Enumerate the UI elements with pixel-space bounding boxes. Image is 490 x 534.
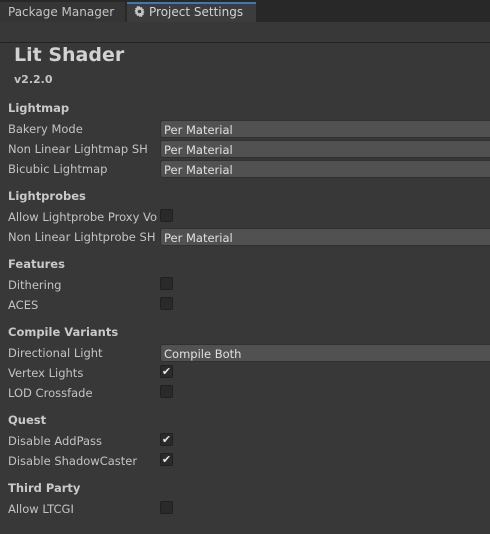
row-allow-ltcgi: Allow LTCGI bbox=[0, 500, 490, 518]
allow-ltcgi-checkbox[interactable] bbox=[160, 501, 173, 514]
section-lightprobes: Lightprobes bbox=[8, 189, 86, 203]
section-compile-variants: Compile Variants bbox=[8, 325, 119, 339]
aces-checkbox[interactable] bbox=[160, 297, 173, 310]
section-quest: Quest bbox=[8, 413, 47, 427]
row-disable-shadowcaster: Disable ShadowCaster ✔ bbox=[0, 452, 490, 470]
non-linear-lightprobe-sh-label: Non Linear Lightprobe SH bbox=[8, 230, 156, 244]
allow-lightprobe-proxy-vol-label: Allow Lightprobe Proxy Vol bbox=[8, 210, 158, 224]
aces-label: ACES bbox=[8, 298, 39, 312]
row-disable-addpass: Disable AddPass ✔ bbox=[0, 432, 490, 450]
non-linear-lightprobe-sh-dropdown[interactable]: Per Material bbox=[160, 228, 490, 246]
row-allow-lightprobe-proxy-vol: Allow Lightprobe Proxy Vol bbox=[0, 208, 490, 226]
disable-shadowcaster-checkbox[interactable]: ✔ bbox=[160, 453, 173, 466]
disable-addpass-checkbox[interactable]: ✔ bbox=[160, 433, 173, 446]
project-settings-window: Package Manager Project Settings Lit Sha… bbox=[0, 0, 490, 534]
gear-icon bbox=[133, 5, 145, 19]
tab-package-manager[interactable]: Package Manager bbox=[0, 2, 125, 22]
row-bicubic-lightmap: Bicubic Lightmap Per Material bbox=[0, 160, 490, 178]
bakery-mode-dropdown[interactable]: Per Material bbox=[160, 120, 490, 138]
tab-package-manager-label: Package Manager bbox=[8, 5, 115, 19]
allow-lightprobe-proxy-vol-checkbox[interactable] bbox=[160, 209, 173, 222]
section-third-party: Third Party bbox=[8, 481, 81, 495]
version-label: v2.2.0 bbox=[14, 73, 53, 86]
dithering-label: Dithering bbox=[8, 278, 62, 292]
tab-project-settings[interactable]: Project Settings bbox=[127, 2, 256, 22]
allow-ltcgi-label: Allow LTCGI bbox=[8, 502, 74, 516]
row-aces: ACES bbox=[0, 296, 490, 314]
section-lightmap: Lightmap bbox=[8, 101, 70, 115]
non-linear-lightmap-sh-label: Non Linear Lightmap SH bbox=[8, 142, 148, 156]
row-bakery-mode: Bakery Mode Per Material bbox=[0, 120, 490, 138]
dithering-checkbox[interactable] bbox=[160, 277, 173, 290]
disable-shadowcaster-label: Disable ShadowCaster bbox=[8, 454, 138, 468]
row-non-linear-lightmap-sh: Non Linear Lightmap SH Per Material bbox=[0, 140, 490, 158]
lod-crossfade-label: LOD Crossfade bbox=[8, 386, 93, 400]
vertex-lights-checkbox[interactable]: ✔ bbox=[160, 365, 173, 378]
row-lod-crossfade: LOD Crossfade bbox=[0, 384, 490, 402]
bicubic-lightmap-label: Bicubic Lightmap bbox=[8, 162, 108, 176]
header-divider bbox=[0, 42, 490, 43]
vertex-lights-label: Vertex Lights bbox=[8, 366, 84, 380]
disable-addpass-label: Disable AddPass bbox=[8, 434, 103, 448]
bakery-mode-label: Bakery Mode bbox=[8, 122, 83, 136]
row-non-linear-lightprobe-sh: Non Linear Lightprobe SH Per Material bbox=[0, 228, 490, 246]
bicubic-lightmap-dropdown[interactable]: Per Material bbox=[160, 160, 490, 178]
tab-project-settings-label: Project Settings bbox=[149, 5, 244, 19]
directional-light-label: Directional Light bbox=[8, 346, 103, 360]
lod-crossfade-checkbox[interactable] bbox=[160, 385, 173, 398]
row-vertex-lights: Vertex Lights ✔ bbox=[0, 364, 490, 382]
section-features: Features bbox=[8, 257, 65, 271]
non-linear-lightmap-sh-dropdown[interactable]: Per Material bbox=[160, 140, 490, 158]
row-directional-light: Directional Light Compile Both bbox=[0, 344, 490, 362]
tab-bar: Package Manager Project Settings bbox=[0, 0, 490, 22]
row-dithering: Dithering bbox=[0, 276, 490, 294]
page-title: Lit Shader bbox=[14, 44, 125, 66]
directional-light-dropdown[interactable]: Compile Both bbox=[160, 344, 490, 362]
